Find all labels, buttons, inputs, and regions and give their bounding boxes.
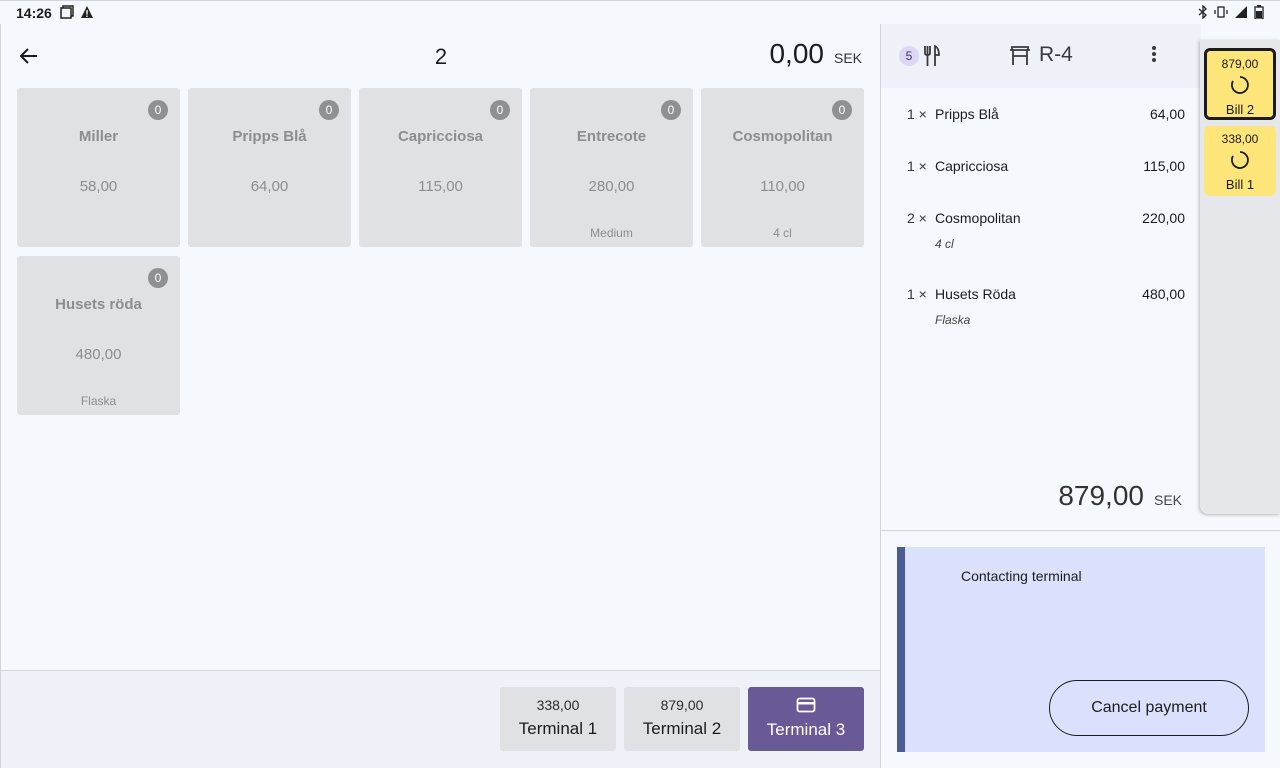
terminal-3-button[interactable]: Terminal 3: [748, 687, 864, 751]
line-quantity: 1 ×: [907, 286, 927, 302]
product-name: Pripps Blå: [232, 128, 307, 145]
battery-icon: [1254, 5, 1264, 19]
order-total: 879,00 SEK: [1058, 480, 1182, 512]
vibrate-icon: [1214, 6, 1228, 18]
loading-spinner-icon: [1231, 151, 1249, 169]
count-badge: 0: [148, 100, 168, 120]
product-note: Flaska: [80, 394, 117, 408]
product-note: 4 cl: [773, 226, 792, 240]
terminal-label: Terminal 1: [518, 719, 598, 738]
payment-accent-bar: [897, 547, 905, 752]
order-total-currency: SEK: [1153, 492, 1182, 508]
line-quantity: 1 ×: [907, 158, 927, 174]
status-bar: 14:26: [0, 0, 1280, 24]
product-name: Cosmopolitan: [732, 128, 833, 145]
header-total-amount: 0,00: [769, 38, 824, 69]
product-price: 110,00: [760, 178, 805, 195]
product-price: 480,00: [75, 346, 122, 363]
line-name: Husets Röda: [935, 286, 1016, 302]
terminal-1-button[interactable]: 338,00 Terminal 1: [500, 687, 616, 751]
terminal-label: Terminal 3: [766, 720, 846, 739]
order-total-amount: 879,00: [1058, 480, 1144, 511]
product-note: Medium: [590, 226, 633, 240]
line-quantity: 1 ×: [907, 106, 927, 122]
back-arrow-icon[interactable]: [17, 44, 41, 68]
copy-icon: [60, 5, 74, 19]
count-badge: 0: [832, 100, 852, 120]
terminal-amount: 879,00: [660, 697, 704, 713]
terminal-2-button[interactable]: 879,00 Terminal 2: [624, 687, 740, 751]
bill-label: Bill 2: [1225, 102, 1255, 117]
header-currency: SEK: [833, 50, 862, 66]
order-pane: 5 R-4 1 × Pripps Blå 64,00 1 × Capriccio…: [880, 24, 1201, 530]
line-name: Capricciosa: [935, 158, 1009, 174]
line-price: 64,00: [1149, 106, 1185, 122]
bluetooth-icon: [1198, 5, 1207, 19]
bill-1-card[interactable]: 338,00 Bill 1: [1204, 126, 1276, 196]
line-price: 115,00: [1143, 158, 1185, 174]
line-name: Cosmopolitan: [935, 210, 1021, 226]
product-price: 280,00: [588, 178, 635, 195]
bill-amount: 338,00: [1221, 132, 1259, 146]
status-time: 14:26: [16, 5, 52, 21]
line-quantity: 2 ×: [907, 210, 927, 226]
guest-count-badge: 5: [899, 46, 919, 66]
payment-status-card: Contacting terminal Cancel payment: [897, 547, 1265, 752]
cancel-payment-button[interactable]: Cancel payment: [1049, 680, 1249, 736]
terminal-label: Terminal 2: [642, 719, 722, 738]
signal-icon: [1235, 6, 1247, 18]
product-tile-miller[interactable]: 0 Miller 58,00: [17, 88, 180, 247]
bills-rail: 879,00 Bill 2 338,00 Bill 1: [1200, 40, 1280, 514]
terminal-amount: 338,00: [536, 697, 580, 713]
count-badge: 0: [661, 100, 681, 120]
card-icon: [796, 697, 816, 713]
order-number: 2: [434, 44, 448, 69]
product-name: Miller: [78, 128, 119, 145]
product-tile-husets-roda[interactable]: 0 Husets röda 480,00 Flaska: [17, 256, 180, 415]
count-badge: 0: [490, 100, 510, 120]
product-name: Husets röda: [55, 296, 142, 313]
count-badge: 0: [319, 100, 339, 120]
product-price: 64,00: [250, 178, 289, 195]
product-pane: 2 0,00 SEK 0 Miller 58,00 0 Pripps Blå 6…: [0, 24, 881, 768]
bill-amount: 879,00: [1221, 57, 1259, 71]
payment-message: Contacting terminal: [961, 568, 1082, 584]
more-options-icon[interactable]: [1151, 44, 1157, 64]
product-tile-capricciosa[interactable]: 0 Capricciosa 115,00: [359, 88, 522, 247]
product-name: Capricciosa: [397, 128, 484, 145]
product-tile-cosmopolitan[interactable]: 0 Cosmopolitan 110,00 4 cl: [701, 88, 864, 247]
order-header: 5 R-4: [881, 24, 1201, 88]
line-name: Pripps Blå: [935, 106, 999, 122]
line-price: 480,00: [1142, 286, 1185, 302]
bill-label: Bill 1: [1225, 177, 1255, 192]
header-total: 0,00 SEK: [769, 38, 862, 70]
cutlery-icon[interactable]: [923, 45, 941, 67]
terminal-bar: 338,00 Terminal 1 879,00 Terminal 2 Term…: [1, 670, 881, 768]
warning-icon: [81, 6, 93, 18]
bill-2-card[interactable]: 879,00 Bill 2: [1204, 48, 1276, 120]
product-price: 58,00: [79, 178, 118, 195]
table-icon: [1010, 46, 1030, 65]
product-price: 115,00: [418, 178, 463, 195]
line-price: 220,00: [1142, 210, 1185, 226]
product-tile-entrecote[interactable]: 0 Entrecote 280,00 Medium: [530, 88, 693, 247]
table-name: R-4: [1039, 43, 1073, 66]
product-tile-pripps-bla[interactable]: 0 Pripps Blå 64,00: [188, 88, 351, 247]
loading-spinner-icon: [1231, 76, 1249, 94]
product-name: Entrecote: [576, 128, 647, 145]
payment-area: Contacting terminal Cancel payment: [880, 530, 1280, 768]
line-modifier: Flaska: [935, 313, 971, 327]
count-badge: 0: [148, 268, 168, 288]
line-modifier: 4 cl: [935, 237, 954, 251]
